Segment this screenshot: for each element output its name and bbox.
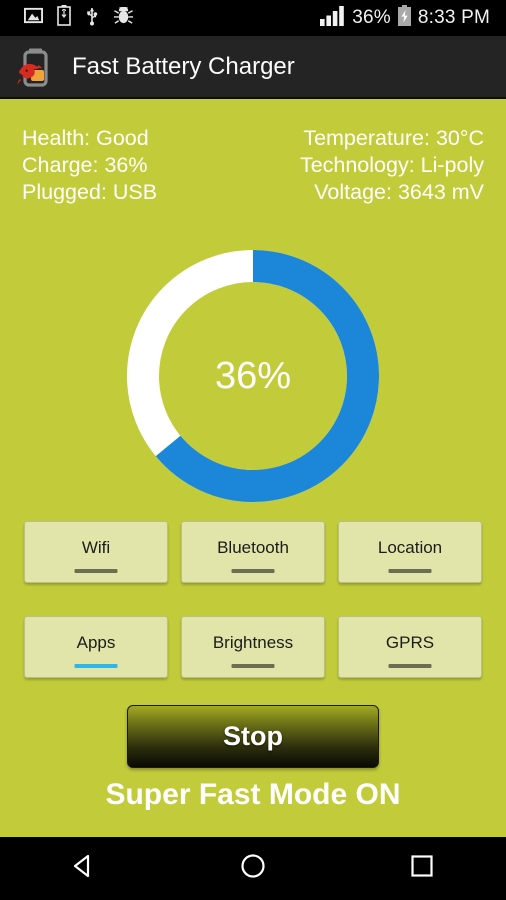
recents-square-icon <box>407 851 437 886</box>
image-icon <box>24 6 43 30</box>
toggle-label-brightness: Brightness <box>212 633 294 652</box>
stop-button-label: Stop <box>223 721 283 751</box>
toggle-underline-gprs <box>388 664 432 668</box>
toggle-underline-apps <box>74 664 118 668</box>
battery-info-panel: Health: Good Charge: 36% Plugged: USB Te… <box>0 125 506 206</box>
toggle-label-bluetooth: Bluetooth <box>217 538 289 557</box>
toggle-underline-location <box>388 569 432 573</box>
back-triangle-icon <box>69 851 99 886</box>
toggle-button-wifi[interactable]: Wifi <box>24 521 168 583</box>
nav-home-button[interactable] <box>203 837 303 900</box>
mode-status-label: Super Fast Mode ON <box>105 778 401 811</box>
app-bar: Fast Battery Charger <box>0 36 506 99</box>
home-circle-icon <box>238 851 268 886</box>
toggle-label-gprs: GPRS <box>385 633 435 652</box>
clock-label: 8:33 PM <box>417 7 490 28</box>
app-screen: 36% 8:33 PM Fast Battery Charger Health:… <box>0 0 506 900</box>
toggle-row-2: Apps Brightness GPRS <box>0 616 506 678</box>
app-title: Fast Battery Charger <box>72 52 295 80</box>
battery-info-left: Health: Good Charge: 36% Plugged: USB <box>22 125 157 206</box>
signal-bars-icon <box>320 5 346 31</box>
battery-percent-ring-label: 36% <box>214 354 292 397</box>
info-technology: Technology: Li-poly <box>299 153 484 177</box>
charging-battery-icon <box>397 5 412 31</box>
toggle-button-brightness[interactable]: Brightness <box>181 616 325 678</box>
info-charge: Charge: 36% <box>22 153 148 177</box>
info-temperature: Temperature: 30°C <box>303 126 484 150</box>
battery-progress-ring-container: 36% <box>0 240 506 512</box>
nav-back-button[interactable] <box>34 837 134 900</box>
info-health: Health: Good <box>22 126 149 150</box>
info-plugged: Plugged: USB <box>22 180 158 204</box>
nav-recents-button[interactable] <box>372 837 472 900</box>
status-bar-right: 36% 8:33 PM <box>320 5 490 31</box>
battery-info-right: Temperature: 30°C Technology: Li-poly Vo… <box>300 125 484 206</box>
toggle-underline-bluetooth <box>231 569 275 573</box>
usb-icon <box>85 5 99 31</box>
toggle-button-gprs[interactable]: GPRS <box>338 616 482 678</box>
toggle-button-bluetooth[interactable]: Bluetooth <box>181 521 325 583</box>
bug-icon <box>113 5 134 30</box>
status-bar: 36% 8:33 PM <box>0 0 506 36</box>
toggle-underline-brightness <box>231 664 275 668</box>
battery-progress-ring: 36% <box>127 250 379 502</box>
info-voltage: Voltage: 3643 mV <box>314 180 484 204</box>
android-nav-bar <box>0 837 506 900</box>
toggle-row-1: Wifi Bluetooth Location <box>0 521 506 583</box>
usb-battery-icon <box>57 5 71 31</box>
toggle-button-location[interactable]: Location <box>338 521 482 583</box>
toggle-label-location: Location <box>377 538 443 557</box>
stop-button[interactable]: Stop <box>127 705 379 768</box>
status-bar-left-icons <box>24 5 134 31</box>
toggle-underline-wifi <box>74 569 118 573</box>
toggle-label-wifi: Wifi <box>81 538 111 557</box>
toggle-label-apps: Apps <box>76 633 116 652</box>
bull-battery-icon <box>16 46 56 88</box>
battery-percent-label: 36% <box>352 7 391 28</box>
toggle-button-apps[interactable]: Apps <box>24 616 168 678</box>
